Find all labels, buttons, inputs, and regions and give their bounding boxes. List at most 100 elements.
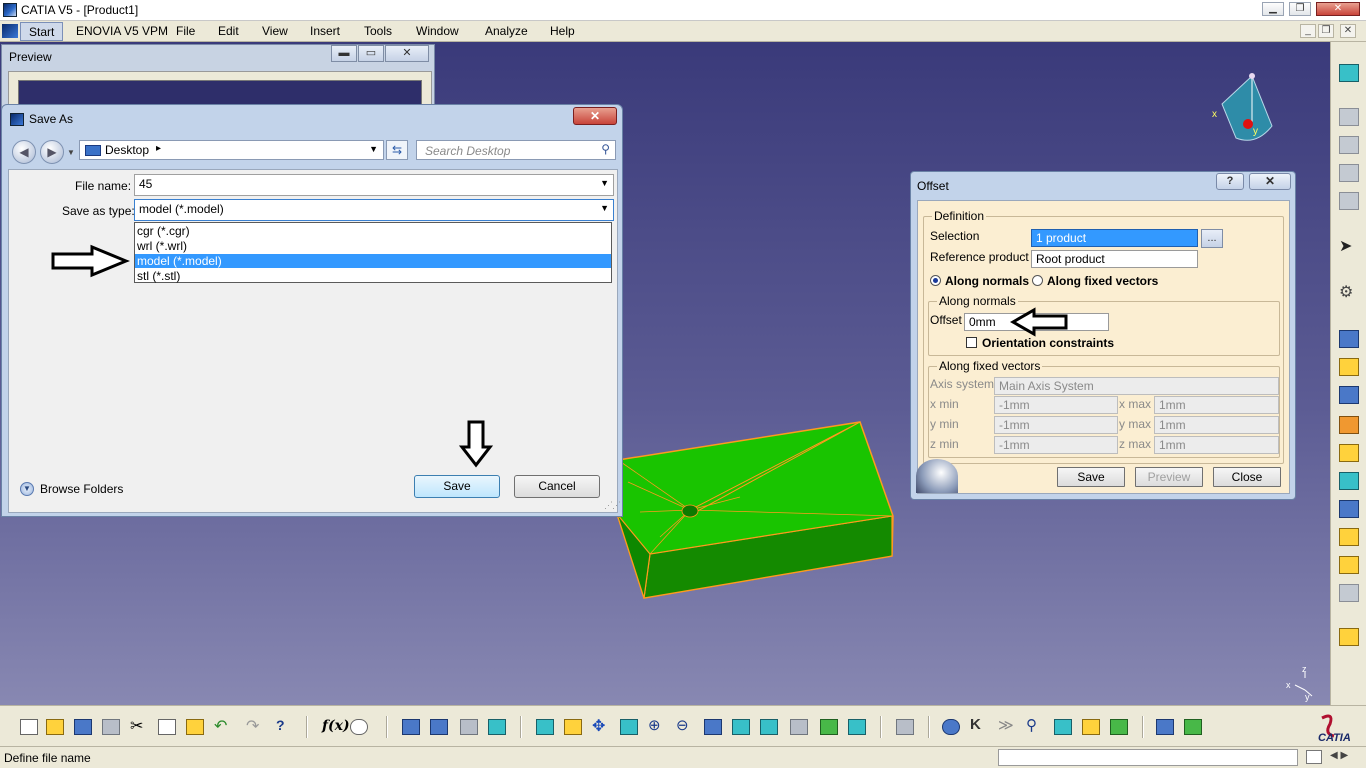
search-tool-icon[interactable]: ⚲ bbox=[1026, 716, 1044, 734]
zoom-in-icon[interactable]: ⊕ bbox=[648, 716, 666, 734]
target-icon[interactable] bbox=[942, 719, 960, 735]
open-folder-icon[interactable] bbox=[46, 719, 64, 735]
offset-close-button[interactable]: Close bbox=[1213, 467, 1281, 487]
back-button[interactable]: ◀ bbox=[12, 140, 36, 164]
doc-restore-button[interactable]: ❐ bbox=[1318, 24, 1334, 38]
swap-space-icon[interactable] bbox=[848, 719, 866, 735]
zoom-out-icon[interactable]: ⊖ bbox=[676, 716, 694, 734]
constraint-tool-icon[interactable] bbox=[1339, 358, 1359, 376]
update-tool-icon[interactable] bbox=[1339, 444, 1359, 462]
part-tool-icon[interactable] bbox=[1339, 192, 1359, 210]
gear-icon[interactable]: ⚙ bbox=[1339, 284, 1359, 302]
whats-this-icon[interactable]: ? bbox=[276, 717, 294, 733]
measure-tool-icon[interactable] bbox=[1339, 330, 1359, 348]
doc-minimize-button[interactable]: _ bbox=[1300, 24, 1316, 38]
save-icon[interactable] bbox=[74, 719, 92, 735]
minimize-button[interactable]: ▁ bbox=[1262, 2, 1284, 16]
selection-input[interactable]: 1 product bbox=[1031, 229, 1198, 247]
close-window-button[interactable]: ✕ bbox=[1316, 2, 1360, 16]
select-arrow-icon[interactable]: ➤ bbox=[1339, 238, 1359, 256]
along-fixed-vectors-radio-label[interactable]: Along fixed vectors bbox=[1047, 274, 1158, 288]
breadcrumb-arrow-icon[interactable]: ▸ bbox=[156, 143, 161, 154]
file-name-dropdown-icon[interactable]: ▼ bbox=[600, 178, 609, 188]
browse-folders-label[interactable]: Browse Folders bbox=[40, 482, 123, 496]
hide-show-icon[interactable] bbox=[488, 719, 506, 735]
distance-icon[interactable] bbox=[1110, 719, 1128, 735]
product-tool-icon[interactable] bbox=[1339, 108, 1359, 126]
save-type-select[interactable]: model (*.model) ▼ bbox=[134, 199, 614, 221]
y-min-input[interactable]: -1mm bbox=[994, 416, 1118, 434]
axis-system-input[interactable]: Main Axis System bbox=[994, 377, 1279, 395]
offset-save-button[interactable]: Save bbox=[1057, 467, 1125, 487]
selection-more-button[interactable]: ... bbox=[1201, 229, 1223, 248]
normal-view-icon[interactable] bbox=[704, 719, 722, 735]
graph-icon[interactable] bbox=[430, 719, 448, 735]
x-max-input[interactable]: 1mm bbox=[1154, 396, 1279, 414]
rotate-icon[interactable] bbox=[620, 719, 638, 735]
search-input[interactable]: Search Desktop ⚲ bbox=[416, 140, 616, 160]
undo-icon[interactable]: ↶ bbox=[214, 716, 232, 735]
status-arrows-icon[interactable]: ◀ ▶ bbox=[1330, 750, 1348, 761]
redo-icon[interactable]: ↷ bbox=[246, 716, 264, 735]
reference-product-input[interactable]: Root product bbox=[1031, 250, 1198, 268]
save-type-dropdown-icon[interactable]: ▼ bbox=[600, 203, 609, 213]
menu-window[interactable]: Window bbox=[416, 24, 459, 38]
x-min-input[interactable]: -1mm bbox=[994, 396, 1118, 414]
new-file-icon[interactable] bbox=[20, 719, 38, 735]
comment-icon[interactable] bbox=[350, 719, 368, 735]
file-name-input[interactable]: 45 ▼ bbox=[134, 174, 614, 196]
compass-tool-icon[interactable] bbox=[1339, 64, 1359, 82]
menu-insert[interactable]: Insert bbox=[310, 24, 340, 38]
menu-enovia[interactable]: ENOVIA V5 VPM bbox=[76, 24, 168, 38]
resize-grip-icon[interactable]: ⋰⋰ bbox=[604, 500, 621, 511]
assembly-tool-icon[interactable] bbox=[1339, 136, 1359, 154]
camera-icon[interactable] bbox=[896, 719, 914, 735]
menu-edit[interactable]: Edit bbox=[218, 24, 239, 38]
save-as-close-button[interactable]: ✕ bbox=[573, 107, 617, 125]
browse-folders-expand-icon[interactable]: ▼ bbox=[20, 482, 34, 496]
option-wrl[interactable]: wrl (*.wrl) bbox=[135, 239, 611, 253]
orientation-constraints-checkbox[interactable] bbox=[966, 337, 977, 348]
option-cgr[interactable]: cgr (*.cgr) bbox=[135, 224, 611, 238]
paste-icon[interactable] bbox=[186, 719, 204, 735]
lock-icon[interactable] bbox=[460, 719, 478, 735]
along-normals-radio[interactable] bbox=[930, 275, 941, 286]
sectioning-icon[interactable] bbox=[1054, 719, 1072, 735]
measure-icon[interactable] bbox=[1156, 719, 1174, 735]
along-normals-radio-label[interactable]: Along normals bbox=[945, 274, 1029, 288]
offset-preview-button[interactable]: Preview bbox=[1135, 467, 1203, 487]
option-stl[interactable]: stl (*.stl) bbox=[135, 269, 611, 283]
fit-all-icon[interactable] bbox=[564, 719, 582, 735]
z-min-input[interactable]: -1mm bbox=[994, 436, 1118, 454]
snap-tool-icon[interactable] bbox=[1339, 472, 1359, 490]
preview-minimize-button[interactable]: ▬ bbox=[331, 45, 357, 62]
multi-view-icon[interactable] bbox=[732, 719, 750, 735]
menu-view[interactable]: View bbox=[262, 24, 288, 38]
address-bar[interactable]: Desktop ▸ ▼ bbox=[79, 140, 384, 160]
pan-icon[interactable]: ✥ bbox=[592, 716, 610, 735]
cancel-button[interactable]: Cancel bbox=[514, 475, 600, 498]
address-dropdown-icon[interactable]: ▼ bbox=[369, 144, 378, 154]
formula-icon[interactable]: f(x) bbox=[322, 718, 350, 734]
component-tool-icon[interactable] bbox=[1339, 164, 1359, 182]
z-max-input[interactable]: 1mm bbox=[1154, 436, 1279, 454]
next-icon[interactable]: ≫ bbox=[998, 716, 1016, 734]
restore-button[interactable]: ❐ bbox=[1289, 2, 1311, 16]
shading-icon[interactable] bbox=[790, 719, 808, 735]
fly-mode-icon[interactable] bbox=[536, 719, 554, 735]
offset-close-x-button[interactable]: ✕ bbox=[1249, 173, 1291, 190]
save-button[interactable]: Save bbox=[414, 475, 500, 498]
history-dropdown-icon[interactable]: ▼ bbox=[67, 148, 75, 157]
manipulate-tool-icon[interactable] bbox=[1339, 528, 1359, 546]
refresh-button[interactable]: ⇆ bbox=[386, 140, 408, 160]
previous-icon[interactable]: K bbox=[970, 716, 988, 733]
menu-analyze[interactable]: Analyze bbox=[485, 24, 528, 38]
preview-restore-button[interactable]: ▭ bbox=[358, 45, 384, 62]
help-button[interactable]: ? bbox=[1216, 173, 1244, 190]
copy-icon[interactable] bbox=[158, 719, 176, 735]
y-max-input[interactable]: 1mm bbox=[1154, 416, 1279, 434]
search-icon[interactable]: ⚲ bbox=[601, 142, 610, 156]
cut-icon[interactable]: ✂ bbox=[130, 716, 148, 735]
along-fixed-vectors-radio[interactable] bbox=[1032, 275, 1043, 286]
export-icon[interactable] bbox=[1184, 719, 1202, 735]
